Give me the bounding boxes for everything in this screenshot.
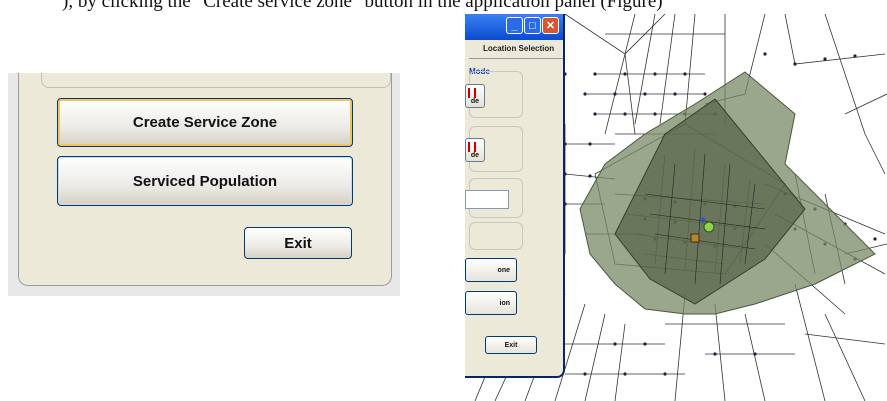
group-box-4 (469, 222, 523, 250)
minimize-icon[interactable]: _ (506, 17, 523, 34)
serviced-population-button-partial[interactable]: ion (465, 291, 517, 315)
input-field[interactable] (465, 190, 509, 209)
maximize-icon[interactable]: □ (524, 17, 541, 34)
zoomed-button-panel: Create Service Zone Serviced Population … (8, 73, 400, 296)
window-exit-button[interactable]: Exit (485, 336, 537, 354)
create-service-zone-button[interactable]: Create Service Zone (57, 98, 353, 147)
candidate-site-marker-icon (690, 233, 700, 243)
tab-label: Location Selection (483, 44, 555, 53)
red-indicator-icon (468, 142, 476, 152)
exit-button[interactable]: Exit (244, 227, 352, 259)
create-service-zone-button-partial[interactable]: one (465, 258, 517, 282)
mode-button-1[interactable]: de (465, 84, 485, 108)
mode-button-2[interactable]: de (465, 138, 485, 162)
caption-text: ), by clicking the "Create service zone"… (62, 0, 663, 12)
serviced-population-button[interactable]: Serviced Population (57, 156, 353, 206)
red-indicator-icon (468, 88, 476, 98)
blue-point-icon (700, 217, 706, 223)
facility-marker-icon (703, 221, 715, 233)
tab-location-selection[interactable]: Location Selection (469, 42, 563, 59)
mode-button-2-label: de (470, 151, 480, 159)
application-window: _ □ ✕ Location Selection Mode de de one … (465, 14, 565, 378)
figure-caption-fragment: ), by clicking the "Create service zone"… (0, 0, 887, 14)
group-box-bottom-edge (41, 73, 391, 88)
mode-button-1-label: de (470, 97, 480, 105)
window-titlebar[interactable]: _ □ ✕ (465, 14, 563, 40)
panel-frame: Create Service Zone Serviced Population … (18, 73, 392, 286)
map-view: _ □ ✕ Location Selection Mode de de one … (465, 14, 887, 401)
close-icon[interactable]: ✕ (542, 17, 559, 34)
